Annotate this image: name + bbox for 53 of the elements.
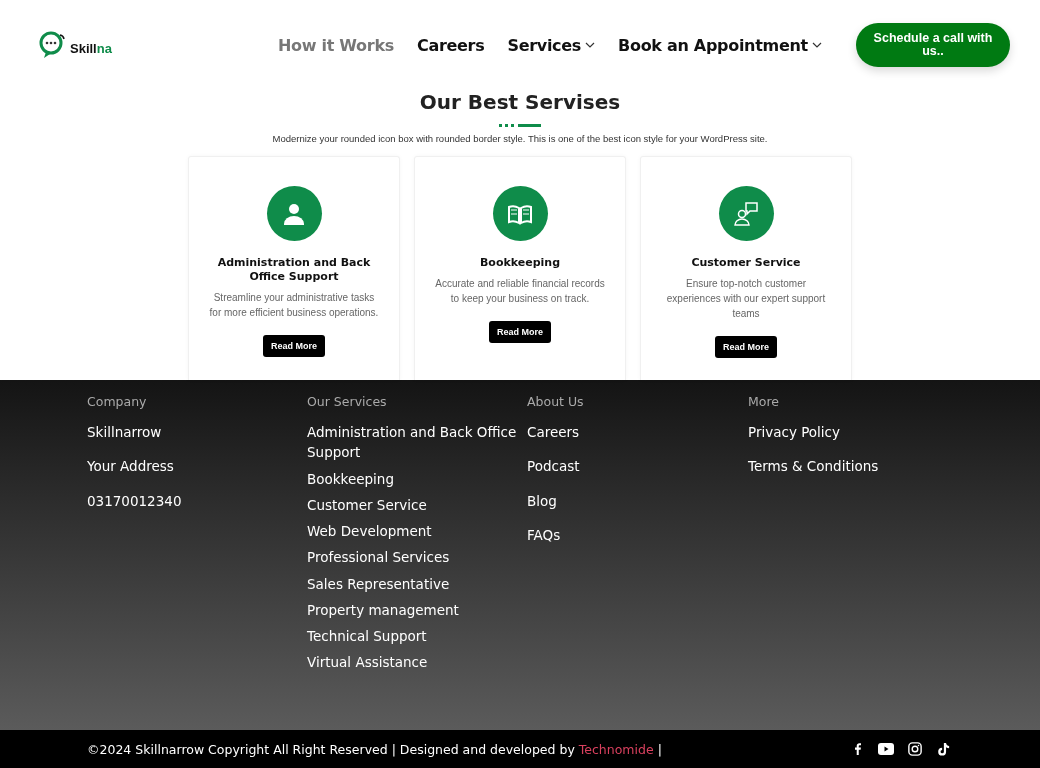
footer-link[interactable]: 03170012340	[87, 490, 307, 511]
nav-link[interactable]: Services	[507, 35, 596, 55]
copyright-text: ©2024 Skillnarrow Copyright All Right Reserved | Designed and developed by	[87, 741, 575, 757]
footer-link[interactable]: Technical Support	[307, 626, 527, 647]
card-text: Ensure top-notch customer experiences with our expert support teams	[665, 276, 827, 321]
footer-heading: About Us	[527, 394, 585, 409]
schedule-call-button[interactable]: Schedule a call with us..	[856, 23, 1010, 67]
footer-heading: Our Services	[307, 394, 388, 409]
nav-link[interactable]: Book an Appointment	[618, 35, 822, 55]
footer-link[interactable]: Professional Services	[307, 547, 527, 568]
title-divider	[499, 124, 541, 127]
chevron-down-icon	[585, 42, 596, 48]
facebook-icon[interactable]	[852, 741, 864, 757]
nav-link[interactable]: Careers	[416, 35, 485, 55]
footer-link[interactable]: Customer Service	[307, 494, 527, 515]
footer-link[interactable]: Web Development	[307, 521, 527, 542]
card-title: Bookkeeping	[479, 256, 561, 270]
footer-heading: Company	[87, 394, 148, 409]
footer-link[interactable]: FAQs	[527, 524, 748, 545]
youtube-icon[interactable]	[878, 743, 894, 755]
card-text: Streamline your administrative tasks for more efficient business operations.	[208, 290, 380, 320]
read-more-button[interactable]: Read More	[715, 335, 777, 358]
card-title: Customer Service	[691, 256, 801, 270]
read-more-button[interactable]: Read More	[263, 334, 325, 357]
logo-icon	[38, 30, 68, 60]
footer-link[interactable]: Terms & Conditions	[748, 456, 968, 477]
logo-text[interactable]: Skillna	[70, 40, 112, 56]
card-title: Administration and Back Office Support	[216, 256, 372, 284]
tiktok-icon[interactable]	[936, 741, 950, 757]
footer-link[interactable]: Privacy Policy	[748, 422, 968, 443]
section-subtitle: Modernize your rounded icon box with rounded border style. This is one of the best icon style for your WordPress site.	[272, 133, 768, 144]
developer-link[interactable]: Technomide	[578, 741, 654, 757]
separator-text: |	[657, 741, 662, 757]
chat-icon	[718, 186, 774, 241]
read-more-button[interactable]: Read More	[489, 320, 551, 343]
section-title: Our Best Servises	[419, 90, 621, 114]
instagram-icon[interactable]	[908, 742, 922, 756]
chevron-down-icon	[811, 42, 822, 48]
footer-link[interactable]: Your Address	[87, 456, 307, 477]
footer-link[interactable]: Virtual Assistance	[307, 652, 527, 673]
person-icon	[266, 186, 322, 241]
footer-link[interactable]: Administration and Back Office Support	[307, 422, 527, 463]
card-text: Accurate and reliable financial records to keep your business on track.	[434, 276, 606, 306]
footer-link[interactable]: Bookkeeping	[307, 468, 527, 489]
nav-link[interactable]: How it Works	[278, 35, 394, 55]
footer-link[interactable]: Podcast	[527, 456, 748, 477]
footer-heading: More	[748, 394, 780, 409]
book-icon	[492, 186, 548, 241]
footer-link[interactable]: Careers	[527, 422, 748, 443]
footer-link[interactable]: Skillnarrow	[87, 422, 307, 443]
footer-link[interactable]: Blog	[527, 490, 748, 511]
footer-link[interactable]: Property management	[307, 599, 527, 620]
footer-link[interactable]: Sales Representative	[307, 573, 527, 594]
